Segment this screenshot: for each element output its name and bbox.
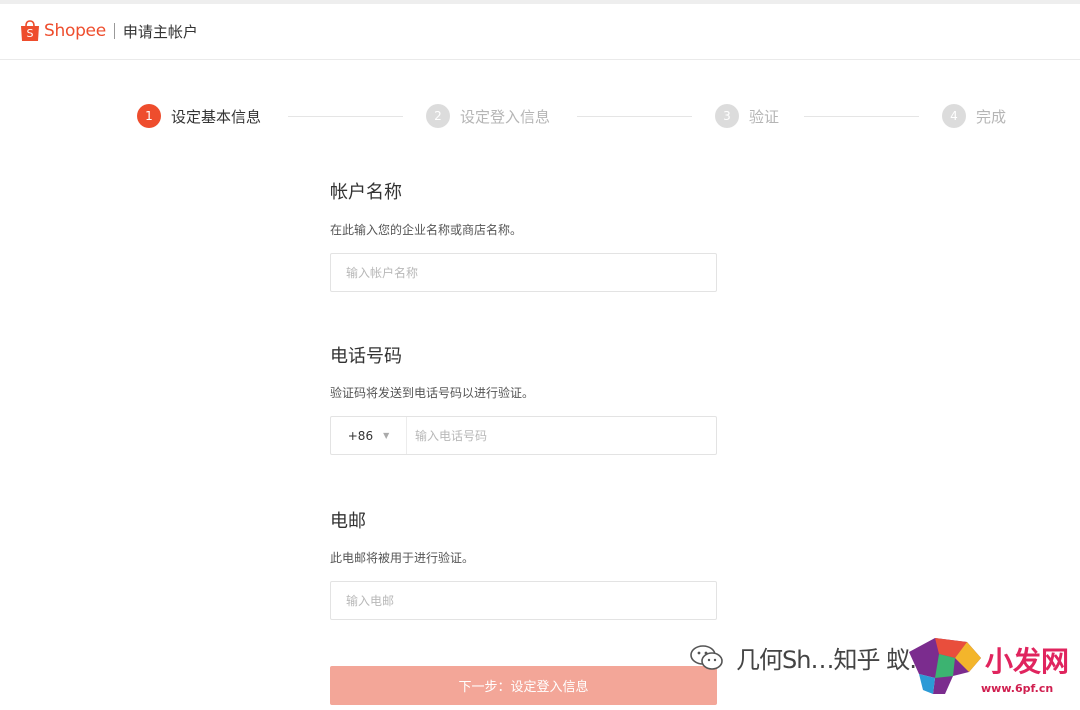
email-field-box	[330, 581, 717, 620]
site-watermark-logo: 小发网 www.6pf.cn	[905, 632, 1075, 702]
account-name-input[interactable]	[331, 254, 716, 291]
account-name-title: 帐户名称	[330, 182, 402, 203]
step-2-label: 设定登入信息	[460, 107, 551, 126]
phone-field-box: +86 ▼	[330, 416, 717, 455]
step-connector	[288, 116, 403, 117]
site-url: www.6pf.cn	[981, 682, 1054, 695]
email-title: 电邮	[330, 511, 366, 532]
step-3-number: 3	[715, 104, 739, 128]
step-4-label: 完成	[976, 107, 1007, 126]
shopee-logo[interactable]: S Shopee 申请主帐户	[20, 20, 198, 42]
step-4-number: 4	[942, 104, 966, 128]
email-description: 此电邮将被用于进行验证。	[330, 551, 475, 565]
wechat-watermark: 几何Sh…知乎 蚁…	[690, 640, 933, 675]
chevron-down-icon: ▼	[383, 431, 390, 440]
next-step-button[interactable]: 下一步：设定登入信息	[330, 666, 717, 705]
step-1: 1 设定基本信息	[137, 104, 261, 128]
account-name-description: 在此输入您的企业名称或商店名称。	[330, 223, 523, 237]
page-title: 申请主帐户	[122, 22, 198, 41]
shopee-bag-icon: S	[20, 20, 40, 42]
colorful-bull-icon	[909, 638, 981, 694]
country-code-value: +86	[347, 428, 374, 443]
account-name-field-box	[330, 253, 717, 292]
svg-text:S: S	[27, 27, 34, 40]
wechat-icon	[690, 644, 724, 672]
brand-name: Shopee	[44, 21, 106, 41]
step-2-number: 2	[426, 104, 450, 128]
top-header: S Shopee 申请主帐户	[0, 0, 1080, 60]
progress-stepper: 1 设定基本信息 2 设定登入信息 3 验证 4 完成	[0, 104, 1080, 130]
header-divider	[113, 23, 115, 39]
watermark-text: 几何Sh…知乎 蚁…	[736, 646, 933, 674]
step-3: 3 验证	[715, 104, 779, 128]
step-3-label: 验证	[749, 107, 780, 126]
country-code-select[interactable]: +86 ▼	[331, 417, 407, 454]
phone-description: 验证码将发送到电话号码以进行验证。	[330, 386, 535, 400]
site-name: 小发网	[985, 645, 1070, 678]
step-4: 4 完成	[942, 104, 1006, 128]
step-1-number: 1	[137, 104, 161, 128]
email-input[interactable]	[331, 582, 716, 619]
step-2: 2 设定登入信息	[426, 104, 550, 128]
step-connector	[577, 116, 692, 117]
step-1-label: 设定基本信息	[171, 107, 262, 126]
phone-input[interactable]	[407, 417, 716, 454]
phone-input-wrapper	[407, 417, 716, 454]
phone-title: 电话号码	[330, 346, 402, 367]
step-connector	[804, 116, 919, 117]
